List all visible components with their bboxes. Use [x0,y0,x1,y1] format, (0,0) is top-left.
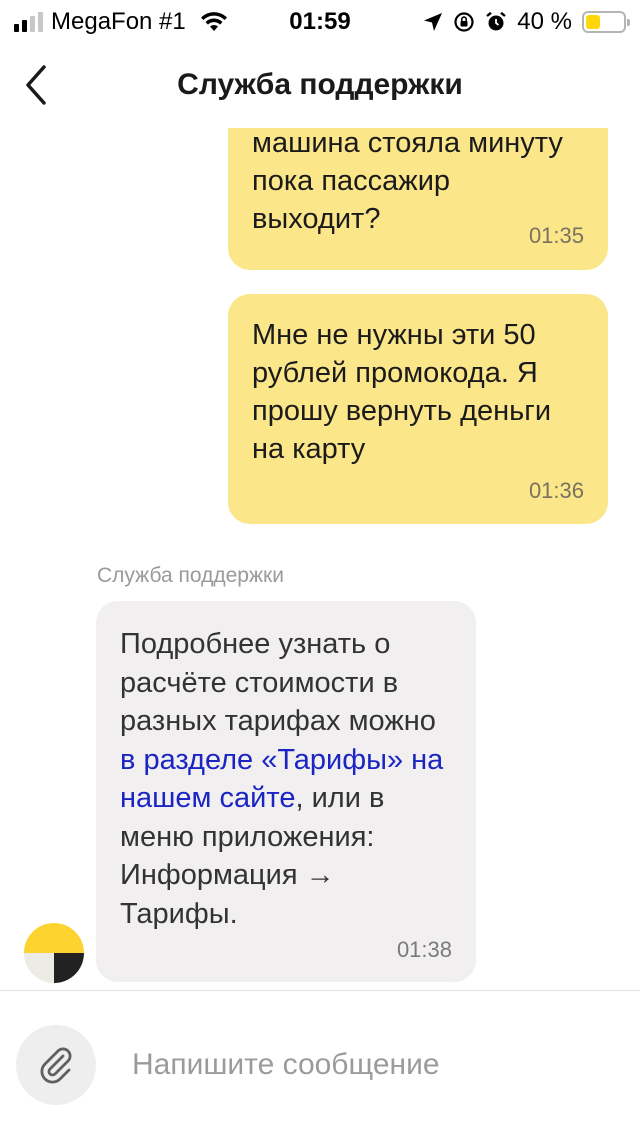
message-time: 01:36 [528,478,584,503]
support-logo-icon [24,923,84,983]
message-list[interactable]: машина стояла минуту пока пассажир выход… [0,128,640,988]
tariffs-link[interactable]: в разделе «Тарифы» на нашем сайте [120,744,443,815]
message-text: Подробнее узнать о расчёте стоимости в р… [120,628,444,930]
support-avatar [24,923,84,983]
orientation-lock-icon [454,12,474,32]
message-input[interactable] [120,1035,620,1095]
message-composer [0,990,640,1136]
battery-percent: 40 % [517,8,572,35]
message-time: 01:38 [396,937,452,962]
outgoing-message[interactable]: Мне не нужны эти 50 рублей промокода. Я … [228,294,608,524]
alarm-icon [486,11,507,31]
outgoing-message[interactable]: машина стояла минуту пока пассажир выход… [228,128,608,270]
attach-button[interactable] [16,1025,96,1105]
message-text: Мне не нужны эти 50 рублей промокода. Я … [252,319,552,465]
location-arrow-icon [424,13,443,31]
incoming-message[interactable]: Подробнее узнать о расчёте стоимости в р… [96,601,476,982]
message-time: 01:35 [528,223,584,248]
battery-level [586,15,601,29]
status-right: 40 % [423,8,630,36]
page-title: Служба поддержки [177,68,463,101]
chat-header: Служба поддержки [0,44,640,128]
message-text: машина стояла минуту пока пассажир выход… [252,128,563,235]
chat-screen: MegaFon #1 01:59 40 % Служба поддержки м… [0,0,640,1136]
sender-name: Служба поддержки [97,564,284,587]
paperclip-icon [40,1047,72,1084]
status-bar: MegaFon #1 01:59 40 % [0,0,640,44]
battery-icon [582,11,630,33]
